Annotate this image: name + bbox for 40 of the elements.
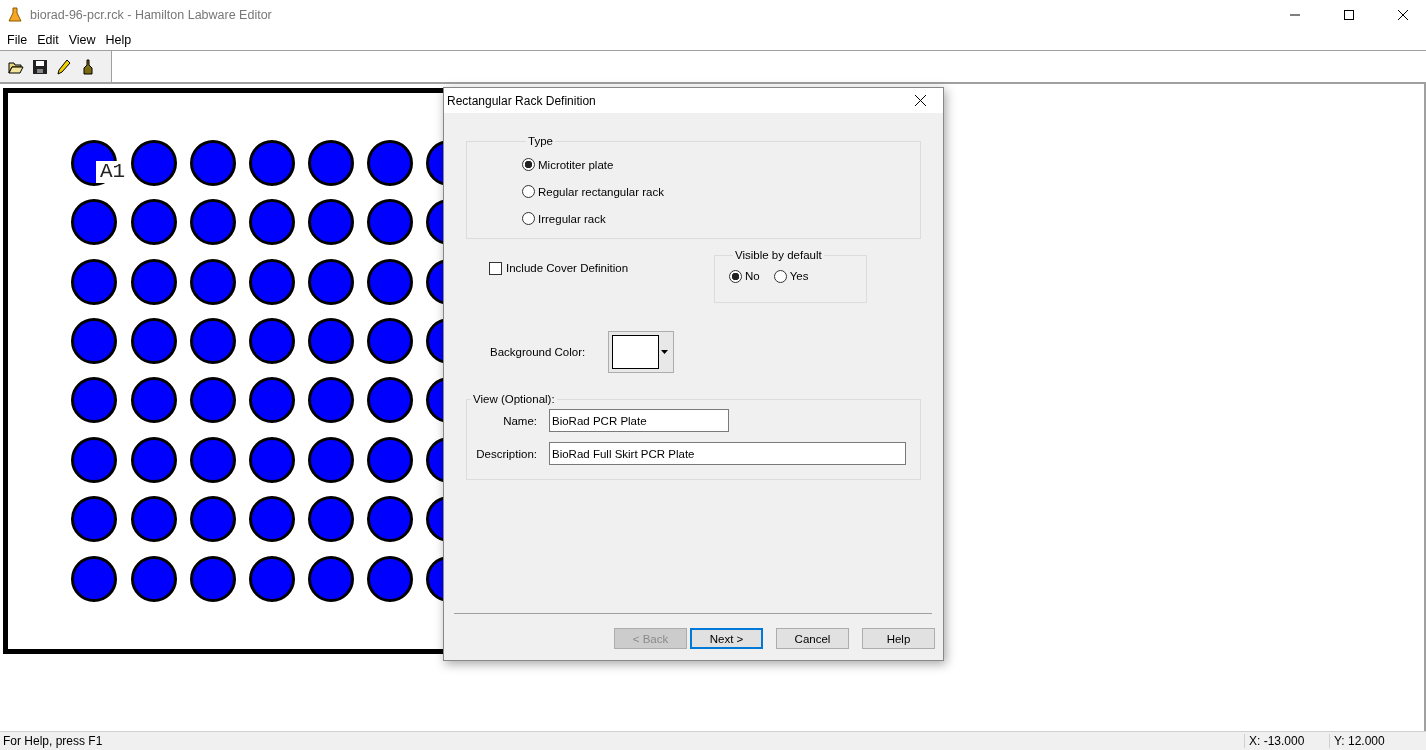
cover-checkbox[interactable]: Include Cover Definition bbox=[489, 261, 714, 275]
menu-item[interactable]: View bbox=[63, 33, 101, 47]
menu-item[interactable]: Help bbox=[100, 33, 137, 47]
menu-item[interactable]: File bbox=[2, 33, 33, 47]
brush-icon[interactable] bbox=[80, 58, 96, 75]
window-title: biorad-96-pcr.rck - Hamilton Labware Editor bbox=[30, 8, 273, 22]
radio-label[interactable]: Microtiter plate bbox=[538, 158, 614, 171]
radio-label[interactable]: Yes bbox=[789, 270, 809, 282]
radio-label[interactable]: No bbox=[745, 270, 760, 282]
radio-button[interactable] bbox=[522, 158, 535, 171]
field-label: Name: bbox=[502, 414, 537, 427]
flask-icon bbox=[8, 7, 22, 23]
dialog-title: Rectangular Rack Definition bbox=[447, 93, 597, 108]
radio-button[interactable] bbox=[522, 185, 535, 198]
dialog-button[interactable]: Next > bbox=[690, 628, 763, 649]
group-label: Type bbox=[527, 135, 554, 147]
group-label: Visible by default bbox=[734, 249, 823, 261]
field-label: Description: bbox=[475, 447, 537, 460]
radio-label[interactable]: Irregular rack bbox=[538, 212, 606, 225]
pencil-icon[interactable] bbox=[56, 58, 72, 75]
close-icon[interactable] bbox=[1398, 10, 1408, 20]
radio-button[interactable] bbox=[773, 269, 787, 283]
group-label: View (Optional): bbox=[472, 393, 556, 405]
status-text: For Help, press F1 bbox=[2, 734, 104, 748]
color-picker[interactable] bbox=[608, 331, 675, 373]
menu-item[interactable]: Edit bbox=[32, 33, 64, 47]
close-icon[interactable] bbox=[914, 95, 926, 106]
x-coordinate: X: -13.000 bbox=[1244, 734, 1329, 748]
radio-label[interactable]: Regular rectangular rack bbox=[538, 185, 664, 198]
y-coordinate: Y: 12.000 bbox=[1329, 734, 1426, 748]
text-field[interactable]: BioRad Full Skirt PCR Plate bbox=[549, 442, 906, 465]
dialog-button[interactable]: Help bbox=[862, 628, 935, 649]
dialog-button[interactable]: Cancel bbox=[776, 628, 849, 649]
save-icon[interactable] bbox=[32, 58, 48, 75]
text-field[interactable]: BioRad PCR Plate bbox=[549, 409, 729, 432]
field-label: Background Color: bbox=[490, 346, 586, 358]
maximize-icon[interactable] bbox=[1344, 10, 1354, 20]
radio-button[interactable] bbox=[522, 212, 535, 225]
dropdown-arrow-icon bbox=[661, 350, 669, 354]
radio-button[interactable] bbox=[729, 269, 742, 283]
